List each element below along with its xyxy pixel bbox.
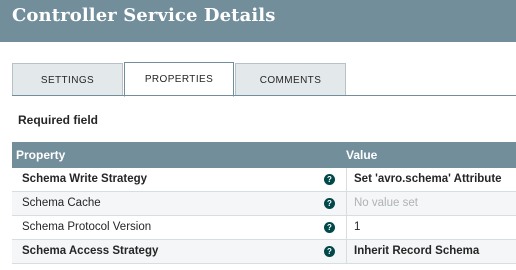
tab-properties[interactable]: PROPERTIES xyxy=(124,62,234,97)
tab-settings[interactable]: SETTINGS xyxy=(12,63,123,96)
table-row[interactable]: Schema Access Strategy ? Inherit Record … xyxy=(12,240,516,264)
table-row[interactable]: Schema Write Strategy ? Set 'avro.schema… xyxy=(12,168,516,192)
property-name: Schema Cache xyxy=(22,197,101,209)
question-circle-icon[interactable]: ? xyxy=(324,246,335,257)
column-header-value[interactable]: Value xyxy=(346,148,377,162)
required-field-label: Required field xyxy=(18,113,99,127)
property-name: Schema Write Strategy xyxy=(22,173,148,185)
dialog-title: Controller Service Details xyxy=(12,5,276,26)
table-header: Property Value xyxy=(12,142,516,168)
properties-table: Property Value Schema Write Strategy ? S… xyxy=(12,142,516,264)
dialog-header: Controller Service Details xyxy=(0,0,516,42)
column-divider xyxy=(346,168,347,192)
question-circle-icon[interactable]: ? xyxy=(324,222,335,233)
property-value[interactable]: Inherit Record Schema xyxy=(354,245,479,257)
tab-divider xyxy=(12,95,516,96)
column-header-property[interactable]: Property xyxy=(16,148,65,162)
column-divider xyxy=(346,216,347,240)
property-value[interactable]: 1 xyxy=(354,221,360,233)
column-divider xyxy=(346,192,347,216)
table-row[interactable]: Schema Cache ? No value set xyxy=(12,192,516,216)
property-name: Schema Access Strategy xyxy=(22,245,159,257)
property-value[interactable]: No value set xyxy=(354,197,418,209)
column-divider xyxy=(346,240,347,264)
table-row[interactable]: Schema Protocol Version ? 1 xyxy=(12,216,516,240)
property-value[interactable]: Set 'avro.schema' Attribute xyxy=(354,173,502,185)
tab-comments[interactable]: COMMENTS xyxy=(235,63,346,96)
tab-bar: SETTINGS PROPERTIES COMMENTS xyxy=(0,42,516,97)
question-circle-icon[interactable]: ? xyxy=(324,198,335,209)
question-circle-icon[interactable]: ? xyxy=(324,174,335,185)
property-name: Schema Protocol Version xyxy=(22,221,152,233)
